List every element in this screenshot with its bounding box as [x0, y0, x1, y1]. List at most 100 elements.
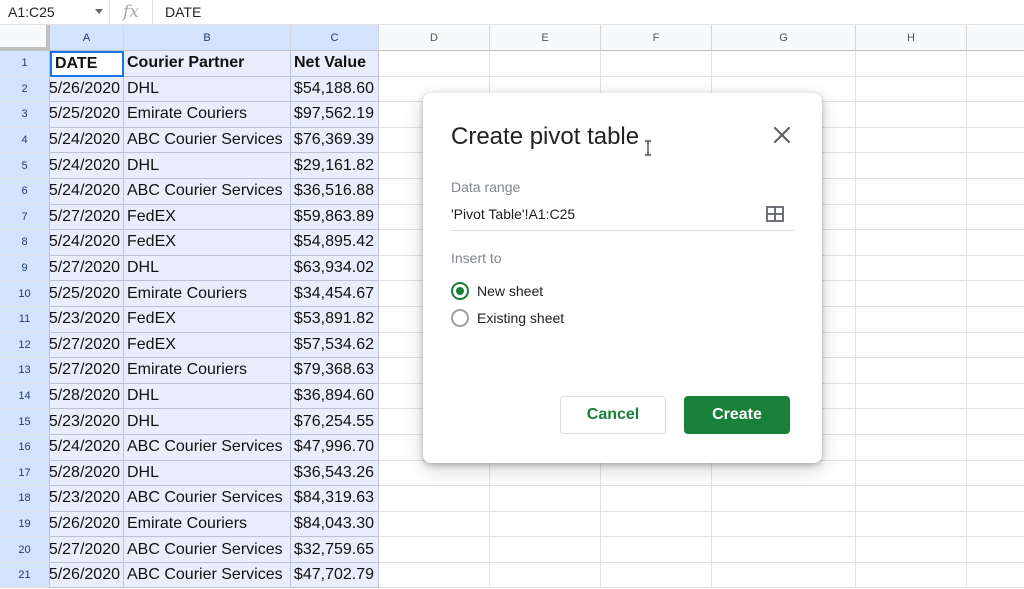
cell-empty[interactable] [856, 51, 967, 77]
column-header-d[interactable]: D [379, 25, 490, 51]
cell-empty[interactable] [967, 230, 1024, 256]
cell-empty[interactable] [379, 562, 490, 589]
cell-a10[interactable]: 5/25/2020 [50, 281, 124, 307]
row-header[interactable]: 20 [0, 537, 50, 563]
row-header[interactable]: 4 [0, 127, 50, 154]
cell-b13[interactable]: Emirate Couriers [124, 358, 291, 384]
cell-a5[interactable]: 5/24/2020 [50, 153, 124, 179]
column-header-f[interactable]: F [601, 25, 712, 51]
row-header[interactable]: 8 [0, 230, 50, 256]
cell-empty[interactable] [490, 537, 601, 563]
cell-empty[interactable] [856, 306, 967, 333]
row-header[interactable]: 16 [0, 434, 50, 461]
cell-b11[interactable]: FedEX [124, 306, 291, 333]
cell-empty[interactable] [856, 230, 967, 256]
cell-empty[interactable] [601, 51, 712, 77]
cell-empty[interactable] [967, 102, 1024, 128]
cell-a8[interactable]: 5/24/2020 [50, 230, 124, 256]
cell-empty[interactable] [967, 435, 1024, 461]
cell-empty[interactable] [379, 486, 490, 512]
cell-empty[interactable] [967, 281, 1024, 307]
cell-empty[interactable] [490, 486, 601, 512]
cell-empty[interactable] [967, 307, 1024, 333]
cell-empty[interactable] [967, 563, 1024, 589]
cell-c18[interactable]: $84,319.63 [291, 486, 379, 512]
cell-b8[interactable]: FedEX [124, 230, 291, 256]
cell-empty[interactable] [967, 333, 1024, 359]
cell-empty[interactable] [856, 383, 967, 410]
cell-b10[interactable]: Emirate Couriers [124, 281, 291, 307]
cell-empty[interactable] [490, 511, 601, 538]
column-header-g[interactable]: G [712, 25, 856, 51]
cell-empty[interactable] [967, 128, 1024, 154]
row-header[interactable]: 12 [0, 332, 50, 359]
cell-c15[interactable]: $76,254.55 [291, 409, 379, 435]
cell-a1[interactable]: DATE [50, 51, 124, 77]
row-header[interactable]: 2 [0, 76, 50, 103]
cell-empty[interactable] [856, 332, 967, 359]
cell-empty[interactable] [967, 537, 1024, 563]
cell-empty[interactable] [856, 255, 967, 282]
radio-unchecked-icon[interactable] [451, 309, 469, 327]
radio-existing-sheet[interactable]: Existing sheet [451, 309, 564, 327]
radio-new-sheet[interactable]: New sheet [451, 282, 543, 300]
cell-c4[interactable]: $76,369.39 [291, 127, 379, 154]
cell-c14[interactable]: $36,894.60 [291, 383, 379, 410]
cell-c10[interactable]: $34,454.67 [291, 281, 379, 307]
row-header[interactable]: 21 [0, 562, 50, 589]
cell-empty[interactable] [712, 562, 856, 589]
cell-c13[interactable]: $79,368.63 [291, 358, 379, 384]
cell-empty[interactable] [967, 77, 1024, 103]
cell-b21[interactable]: ABC Courier Services [124, 562, 291, 589]
cell-a21[interactable]: 5/26/2020 [50, 562, 124, 589]
cell-a2[interactable]: 5/26/2020 [50, 76, 124, 103]
row-header[interactable]: 18 [0, 486, 50, 512]
row-header[interactable]: 15 [0, 409, 50, 435]
cell-b16[interactable]: ABC Courier Services [124, 434, 291, 461]
cell-c1[interactable]: Net Value [291, 51, 379, 77]
row-header[interactable]: 19 [0, 511, 50, 538]
cell-b7[interactable]: FedEX [124, 204, 291, 231]
cell-empty[interactable] [856, 460, 967, 487]
cell-empty[interactable] [856, 562, 967, 589]
column-header-c[interactable]: C [291, 25, 379, 51]
row-header[interactable]: 1 [0, 51, 50, 77]
cell-a19[interactable]: 5/26/2020 [50, 511, 124, 538]
cell-empty[interactable] [856, 358, 967, 384]
cell-c3[interactable]: $97,562.19 [291, 102, 379, 128]
cell-b20[interactable]: ABC Courier Services [124, 537, 291, 563]
cell-b3[interactable]: Emirate Couriers [124, 102, 291, 128]
cell-a18[interactable]: 5/23/2020 [50, 486, 124, 512]
cell-empty[interactable] [601, 537, 712, 563]
row-header[interactable]: 9 [0, 255, 50, 282]
cell-c16[interactable]: $47,996.70 [291, 434, 379, 461]
name-box[interactable]: A1:C25 [0, 0, 110, 24]
cell-c20[interactable]: $32,759.65 [291, 537, 379, 563]
cell-empty[interactable] [856, 434, 967, 461]
cell-empty[interactable] [379, 537, 490, 563]
cell-a6[interactable]: 5/24/2020 [50, 178, 124, 205]
cell-a15[interactable]: 5/23/2020 [50, 409, 124, 435]
cell-empty[interactable] [856, 153, 967, 179]
cell-empty[interactable] [967, 486, 1024, 512]
cell-empty[interactable] [856, 409, 967, 435]
column-header-a[interactable]: A [50, 25, 124, 51]
cell-empty[interactable] [967, 358, 1024, 384]
cell-empty[interactable] [856, 281, 967, 307]
cell-empty[interactable] [712, 537, 856, 563]
row-header[interactable]: 11 [0, 306, 50, 333]
cell-c5[interactable]: $29,161.82 [291, 153, 379, 179]
cell-b17[interactable]: DHL [124, 460, 291, 487]
cell-c7[interactable]: $59,863.89 [291, 204, 379, 231]
cell-a11[interactable]: 5/23/2020 [50, 306, 124, 333]
column-header-e[interactable]: E [490, 25, 601, 51]
cell-a16[interactable]: 5/24/2020 [50, 434, 124, 461]
cell-c21[interactable]: $47,702.79 [291, 562, 379, 589]
cell-a17[interactable]: 5/28/2020 [50, 460, 124, 487]
cell-empty[interactable] [379, 511, 490, 538]
cell-empty[interactable] [601, 486, 712, 512]
cell-c12[interactable]: $57,534.62 [291, 332, 379, 359]
cell-b4[interactable]: ABC Courier Services [124, 127, 291, 154]
column-header-h[interactable]: H [856, 25, 967, 51]
cell-empty[interactable] [490, 460, 601, 487]
